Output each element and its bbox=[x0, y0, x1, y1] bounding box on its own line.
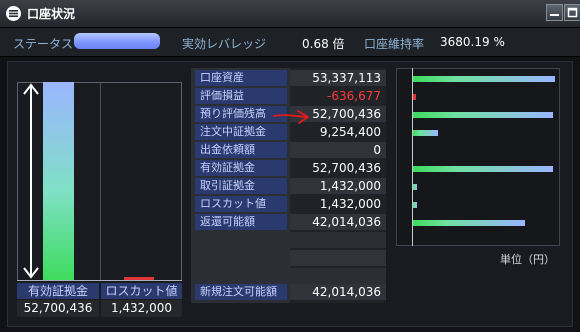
balance-bar bbox=[413, 166, 553, 172]
loss-cut-value: 1,432,000 bbox=[101, 300, 182, 317]
annotation-arrow-icon bbox=[273, 110, 309, 124]
status-bar: ステータス 実効レバレッジ 0.68 倍 口座維持率 3680.19 % bbox=[0, 28, 580, 57]
row-value-new-order-capacity: 42,014,036 bbox=[290, 284, 386, 300]
title-bar: 口座状況 bbox=[0, 0, 580, 28]
leverage-label: 実効レバレッジ bbox=[182, 37, 267, 51]
effective-margin-bar bbox=[43, 82, 74, 281]
restore-icon bbox=[567, 7, 578, 18]
balance-bar bbox=[413, 112, 553, 118]
minimize-icon bbox=[550, 14, 559, 16]
row-value-unrealized-pl: -636,677 bbox=[290, 88, 386, 104]
status-indicator bbox=[74, 33, 160, 49]
double-arrow-icon bbox=[23, 83, 39, 279]
window-title: 口座状況 bbox=[27, 7, 76, 21]
empty-row bbox=[290, 268, 386, 284]
row-label-order-margin: 注文中証拠金 bbox=[195, 124, 287, 140]
row-label-account-assets: 口座資産 bbox=[195, 70, 287, 86]
loss-cut-header: ロスカット値 bbox=[101, 283, 182, 299]
balance-bar bbox=[413, 94, 416, 100]
window-icon bbox=[6, 6, 21, 21]
row-value-effective-margin: 52,700,436 bbox=[290, 160, 386, 176]
balance-bar bbox=[413, 76, 555, 82]
balance-bar bbox=[413, 184, 417, 190]
balance-bar bbox=[413, 202, 417, 208]
leverage-value: 0.68 倍 bbox=[302, 37, 345, 51]
row-label-effective-margin: 有効証拠金 bbox=[195, 160, 287, 176]
minimize-button[interactable] bbox=[546, 4, 563, 21]
row-label-unrealized-pl: 評価損益 bbox=[195, 88, 287, 104]
row-label-withdrawal-request: 出金依頼額 bbox=[195, 142, 287, 158]
row-value-withdrawal-request: 0 bbox=[290, 142, 386, 158]
chart-divider bbox=[100, 82, 101, 281]
restore-button[interactable] bbox=[564, 4, 580, 21]
effective-margin-header: 有効証拠金 bbox=[17, 283, 99, 299]
margin-rate-label: 口座維持率 bbox=[364, 37, 425, 51]
margin-rate-value: 3680.19 % bbox=[440, 35, 505, 49]
row-value-loss-cut: 1,432,000 bbox=[290, 196, 386, 212]
row-value-account-assets: 53,337,113 bbox=[290, 70, 386, 86]
row-value-trading-margin: 1,432,000 bbox=[290, 178, 386, 194]
unit-label: 単位（円） bbox=[500, 253, 555, 266]
row-value-order-margin: 9,254,400 bbox=[290, 124, 386, 140]
status-label: ステータス bbox=[13, 37, 74, 51]
empty-row bbox=[290, 232, 386, 248]
empty-row bbox=[290, 250, 386, 266]
chart-baseline bbox=[17, 280, 182, 281]
row-label-loss-cut: ロスカット値 bbox=[195, 196, 287, 212]
effective-margin-value: 52,700,436 bbox=[17, 300, 99, 317]
row-label-new-order-capacity: 新規注文可能額 bbox=[195, 284, 287, 300]
row-label-trading-margin: 取引証拠金 bbox=[195, 178, 287, 194]
balance-bar bbox=[413, 220, 525, 226]
row-label-returnable-amount: 返還可能額 bbox=[195, 214, 287, 230]
row-value-returnable-amount: 42,014,036 bbox=[290, 214, 386, 230]
balance-bar bbox=[413, 130, 438, 136]
